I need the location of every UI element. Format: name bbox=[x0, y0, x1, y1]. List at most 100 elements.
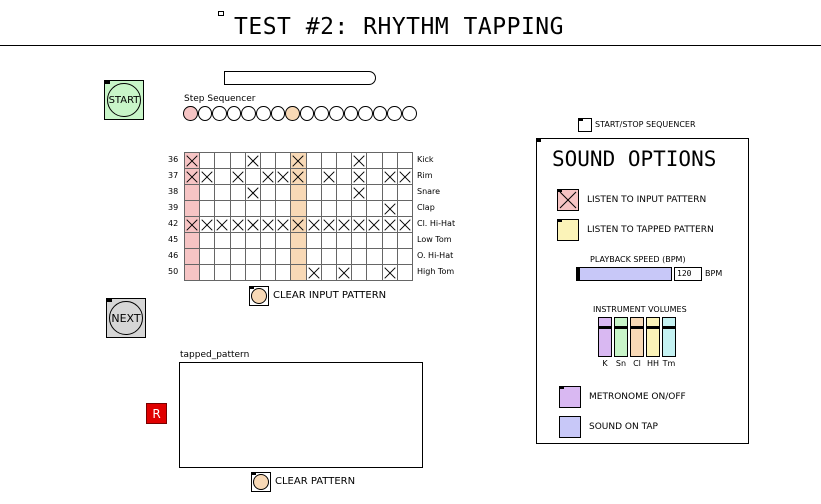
bpm-input[interactable]: 120 bbox=[674, 267, 702, 281]
grid-cell[interactable] bbox=[244, 168, 261, 185]
grid-cell[interactable] bbox=[336, 216, 353, 233]
grid-cell[interactable] bbox=[244, 248, 261, 265]
grid-cell[interactable] bbox=[214, 216, 231, 233]
grid-cell[interactable] bbox=[351, 168, 368, 185]
grid-cell[interactable] bbox=[214, 152, 231, 169]
playback-speed-slider-knob[interactable] bbox=[577, 268, 580, 280]
playback-speed-slider[interactable] bbox=[576, 267, 672, 281]
grid-cell[interactable] bbox=[381, 152, 398, 169]
grid-cell[interactable] bbox=[305, 152, 322, 169]
grid-cell[interactable] bbox=[351, 184, 368, 201]
grid-cell[interactable] bbox=[214, 248, 231, 265]
grid-cell[interactable] bbox=[305, 232, 322, 249]
grid-cell[interactable] bbox=[244, 216, 261, 233]
metronome-toggle[interactable] bbox=[559, 386, 581, 408]
grid-cell[interactable] bbox=[396, 248, 413, 265]
volume-slider[interactable] bbox=[630, 317, 644, 357]
grid-cell[interactable] bbox=[305, 200, 322, 217]
grid-cell[interactable] bbox=[275, 152, 292, 169]
grid-cell[interactable] bbox=[320, 216, 337, 233]
grid-cell[interactable] bbox=[275, 200, 292, 217]
grid-cell[interactable] bbox=[244, 264, 261, 281]
grid-cell[interactable] bbox=[290, 248, 307, 265]
grid-cell[interactable] bbox=[381, 168, 398, 185]
grid-cell[interactable] bbox=[214, 264, 231, 281]
grid-cell[interactable] bbox=[320, 264, 337, 281]
clear-input-button[interactable] bbox=[251, 288, 267, 304]
grid-cell[interactable] bbox=[199, 264, 216, 281]
grid-cell[interactable] bbox=[366, 264, 383, 281]
grid-cell[interactable] bbox=[290, 152, 307, 169]
title-toggle[interactable] bbox=[218, 11, 224, 16]
grid-cell[interactable] bbox=[351, 216, 368, 233]
grid-cell[interactable] bbox=[275, 216, 292, 233]
grid-cell[interactable] bbox=[381, 184, 398, 201]
grid-cell[interactable] bbox=[351, 152, 368, 169]
grid-cell[interactable] bbox=[336, 264, 353, 281]
grid-cell[interactable] bbox=[184, 152, 201, 169]
grid-cell[interactable] bbox=[260, 232, 277, 249]
grid-cell[interactable] bbox=[320, 232, 337, 249]
grid-cell[interactable] bbox=[396, 168, 413, 185]
grid-cell[interactable] bbox=[366, 184, 383, 201]
grid-cell[interactable] bbox=[244, 152, 261, 169]
grid-cell[interactable] bbox=[184, 184, 201, 201]
grid-cell[interactable] bbox=[260, 248, 277, 265]
grid-cell[interactable] bbox=[336, 248, 353, 265]
clear-pattern-button[interactable] bbox=[253, 474, 269, 490]
volume-slider[interactable] bbox=[662, 317, 676, 357]
grid-cell[interactable] bbox=[260, 184, 277, 201]
grid-cell[interactable] bbox=[396, 152, 413, 169]
grid-cell[interactable] bbox=[366, 168, 383, 185]
grid-cell[interactable] bbox=[229, 200, 246, 217]
grid-cell[interactable] bbox=[351, 248, 368, 265]
sound-on-tap-toggle[interactable] bbox=[559, 416, 581, 438]
start-stop-sequencer-toggle[interactable] bbox=[578, 118, 592, 132]
volume-slider-knob[interactable] bbox=[631, 325, 643, 329]
grid-cell[interactable] bbox=[199, 152, 216, 169]
volume-slider[interactable] bbox=[598, 317, 612, 357]
grid-cell[interactable] bbox=[381, 232, 398, 249]
grid-cell[interactable] bbox=[320, 184, 337, 201]
grid-cell[interactable] bbox=[275, 264, 292, 281]
grid-cell[interactable] bbox=[184, 264, 201, 281]
grid-cell[interactable] bbox=[260, 264, 277, 281]
start-button-frame[interactable]: START bbox=[104, 80, 144, 120]
grid-cell[interactable] bbox=[351, 232, 368, 249]
volume-slider-knob[interactable] bbox=[663, 325, 675, 329]
grid-cell[interactable] bbox=[320, 168, 337, 185]
grid-cell[interactable] bbox=[229, 264, 246, 281]
clear-pattern-button-frame[interactable] bbox=[251, 472, 271, 492]
grid-cell[interactable] bbox=[275, 184, 292, 201]
volume-slider[interactable] bbox=[614, 317, 628, 357]
grid-cell[interactable] bbox=[199, 248, 216, 265]
grid-cell[interactable] bbox=[366, 216, 383, 233]
grid-cell[interactable] bbox=[336, 184, 353, 201]
grid-cell[interactable] bbox=[290, 184, 307, 201]
grid-cell[interactable] bbox=[396, 200, 413, 217]
grid-cell[interactable] bbox=[366, 200, 383, 217]
grid-cell[interactable] bbox=[229, 232, 246, 249]
grid-cell[interactable] bbox=[244, 200, 261, 217]
grid-cell[interactable] bbox=[229, 152, 246, 169]
grid-cell[interactable] bbox=[305, 264, 322, 281]
grid-cell[interactable] bbox=[229, 184, 246, 201]
grid-cell[interactable] bbox=[336, 152, 353, 169]
grid-cell[interactable] bbox=[184, 216, 201, 233]
grid-cell[interactable] bbox=[184, 168, 201, 185]
next-button[interactable]: NEXT bbox=[109, 301, 143, 335]
grid-cell[interactable] bbox=[396, 264, 413, 281]
grid-cell[interactable] bbox=[290, 264, 307, 281]
record-button[interactable]: R bbox=[146, 403, 167, 424]
volume-slider[interactable] bbox=[646, 317, 660, 357]
grid-cell[interactable] bbox=[396, 216, 413, 233]
grid-cell[interactable] bbox=[199, 168, 216, 185]
grid-cell[interactable] bbox=[336, 232, 353, 249]
grid-cell[interactable] bbox=[275, 168, 292, 185]
grid-cell[interactable] bbox=[305, 168, 322, 185]
grid-cell[interactable] bbox=[396, 232, 413, 249]
tapped-pattern-area[interactable] bbox=[179, 362, 423, 468]
listen-tapped-button[interactable] bbox=[557, 219, 579, 241]
clear-input-button-frame[interactable] bbox=[249, 286, 269, 306]
grid-cell[interactable] bbox=[396, 184, 413, 201]
